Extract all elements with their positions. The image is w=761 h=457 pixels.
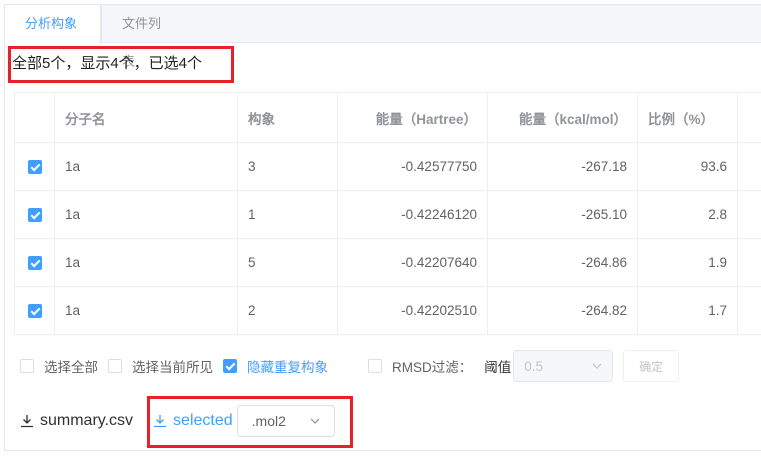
tab-analyze-conformers[interactable]: 分析构象 [5, 5, 101, 44]
format-select[interactable]: .mol2 [236, 405, 335, 437]
download-selected-link[interactable]: selected [153, 412, 233, 430]
cell-ratio: 1.9 [637, 238, 738, 287]
cell-conformer: 1 [237, 190, 338, 239]
table-header-row: 分子名 构象 能量（Hartree） 能量（kcal/mol） 比例（%） [14, 92, 761, 143]
cell-molecule-name: 1a [54, 286, 238, 335]
format-value: .mol2 [251, 413, 286, 429]
header-extra [737, 92, 761, 143]
cell-energy-hartree: -0.42246120 [337, 190, 488, 239]
cell-conformer: 5 [237, 238, 338, 287]
header-ratio[interactable]: 比例（%） [637, 92, 738, 143]
cell-energy-hartree: -0.42202510 [337, 286, 488, 335]
download-row: summary.csv selected .mol2 [20, 403, 335, 439]
hide-duplicates-label: 隐藏重复构象 [247, 360, 328, 375]
cell-ratio: 93.6 [637, 142, 738, 191]
rmsd-filter-checkbox[interactable] [368, 359, 382, 373]
download-summary-link[interactable]: summary.csv [20, 412, 133, 430]
threshold-label: 阈值 [484, 360, 512, 375]
chevron-down-icon [310, 418, 320, 424]
cell-molecule-name: 1a [54, 142, 238, 191]
chevron-down-icon [592, 363, 602, 369]
cell-extra [737, 190, 761, 239]
row-checkbox[interactable] [27, 304, 42, 319]
threshold-value: 0.5 [524, 358, 544, 374]
cell-extra [737, 142, 761, 191]
row-checkbox[interactable] [27, 208, 42, 223]
row-checkbox-cell[interactable] [14, 286, 55, 335]
header-energy-kcal[interactable]: 能量（kcal/mol） [487, 92, 638, 143]
download-icon [154, 415, 167, 428]
threshold-select[interactable]: 0.5 [513, 350, 614, 382]
rmsd-filter-option[interactable]: RMSD过滤： [368, 356, 472, 376]
tab-bar: 分析构象 文件列表 [5, 5, 761, 69]
row-checkbox[interactable] [27, 256, 42, 271]
cell-conformer: 3 [237, 142, 338, 191]
cell-molecule-name: 1a [54, 238, 238, 287]
select-visible-label: 选择当前所见 [132, 360, 213, 375]
select-all-option[interactable]: 选择全部 [20, 356, 98, 376]
download-selected-label: selected [173, 412, 233, 429]
header-conformer[interactable]: 构象 [237, 92, 338, 143]
cell-extra [737, 286, 761, 335]
select-all-checkbox[interactable] [20, 359, 34, 373]
table-row[interactable]: 1a 5 -0.42207640 -264.86 1.9 [14, 238, 761, 287]
select-all-label: 选择全部 [44, 360, 98, 375]
select-visible-option[interactable]: 选择当前所见 [108, 356, 213, 376]
select-visible-checkbox[interactable] [108, 359, 122, 373]
tab-file-list[interactable]: 文件列表 [101, 5, 191, 69]
cell-molecule-name: 1a [54, 190, 238, 239]
cell-energy-kcal: -264.86 [487, 238, 638, 287]
header-select [14, 92, 55, 143]
cell-energy-kcal: -267.18 [487, 142, 638, 191]
header-energy-hartree[interactable]: 能量（Hartree） [337, 92, 488, 143]
cell-energy-hartree: -0.42207640 [337, 238, 488, 287]
cell-energy-hartree: -0.42577750 [337, 142, 488, 191]
selection-summary: 全部5个，显示4个，已选4个 [12, 55, 203, 72]
hide-duplicates-option[interactable]: 隐藏重复构象 [223, 356, 328, 376]
cell-energy-kcal: -265.10 [487, 190, 638, 239]
cell-ratio: 2.8 [637, 190, 738, 239]
table-row[interactable]: 1a 1 -0.42246120 -265.10 2.8 [14, 190, 761, 239]
cell-conformer: 2 [237, 286, 338, 335]
options-row: 选择全部 选择当前所见 隐藏重复构象 RMSD过滤： 阈值 0.5 确定 [20, 350, 680, 382]
download-icon [21, 415, 33, 428]
row-checkbox-cell[interactable] [14, 190, 55, 239]
table-row[interactable]: 1a 2 -0.42202510 -264.82 1.7 [14, 286, 761, 335]
conformer-table: 分子名 构象 能量（Hartree） 能量（kcal/mol） 比例（%） 1a… [14, 92, 761, 335]
row-checkbox-cell[interactable] [14, 142, 55, 191]
rmsd-filter-label: RMSD过滤： [392, 360, 473, 375]
table-row[interactable]: 1a 3 -0.42577750 -267.18 93.6 [14, 142, 761, 191]
confirm-button[interactable]: 确定 [623, 350, 680, 382]
download-summary-label: summary.csv [40, 412, 134, 429]
cell-ratio: 1.7 [637, 286, 738, 335]
row-checkbox[interactable] [27, 160, 42, 175]
cell-energy-kcal: -264.82 [487, 286, 638, 335]
header-molecule-name[interactable]: 分子名 [54, 92, 238, 143]
cell-extra [737, 238, 761, 287]
hide-duplicates-checkbox[interactable] [223, 359, 237, 373]
row-checkbox-cell[interactable] [14, 238, 55, 287]
